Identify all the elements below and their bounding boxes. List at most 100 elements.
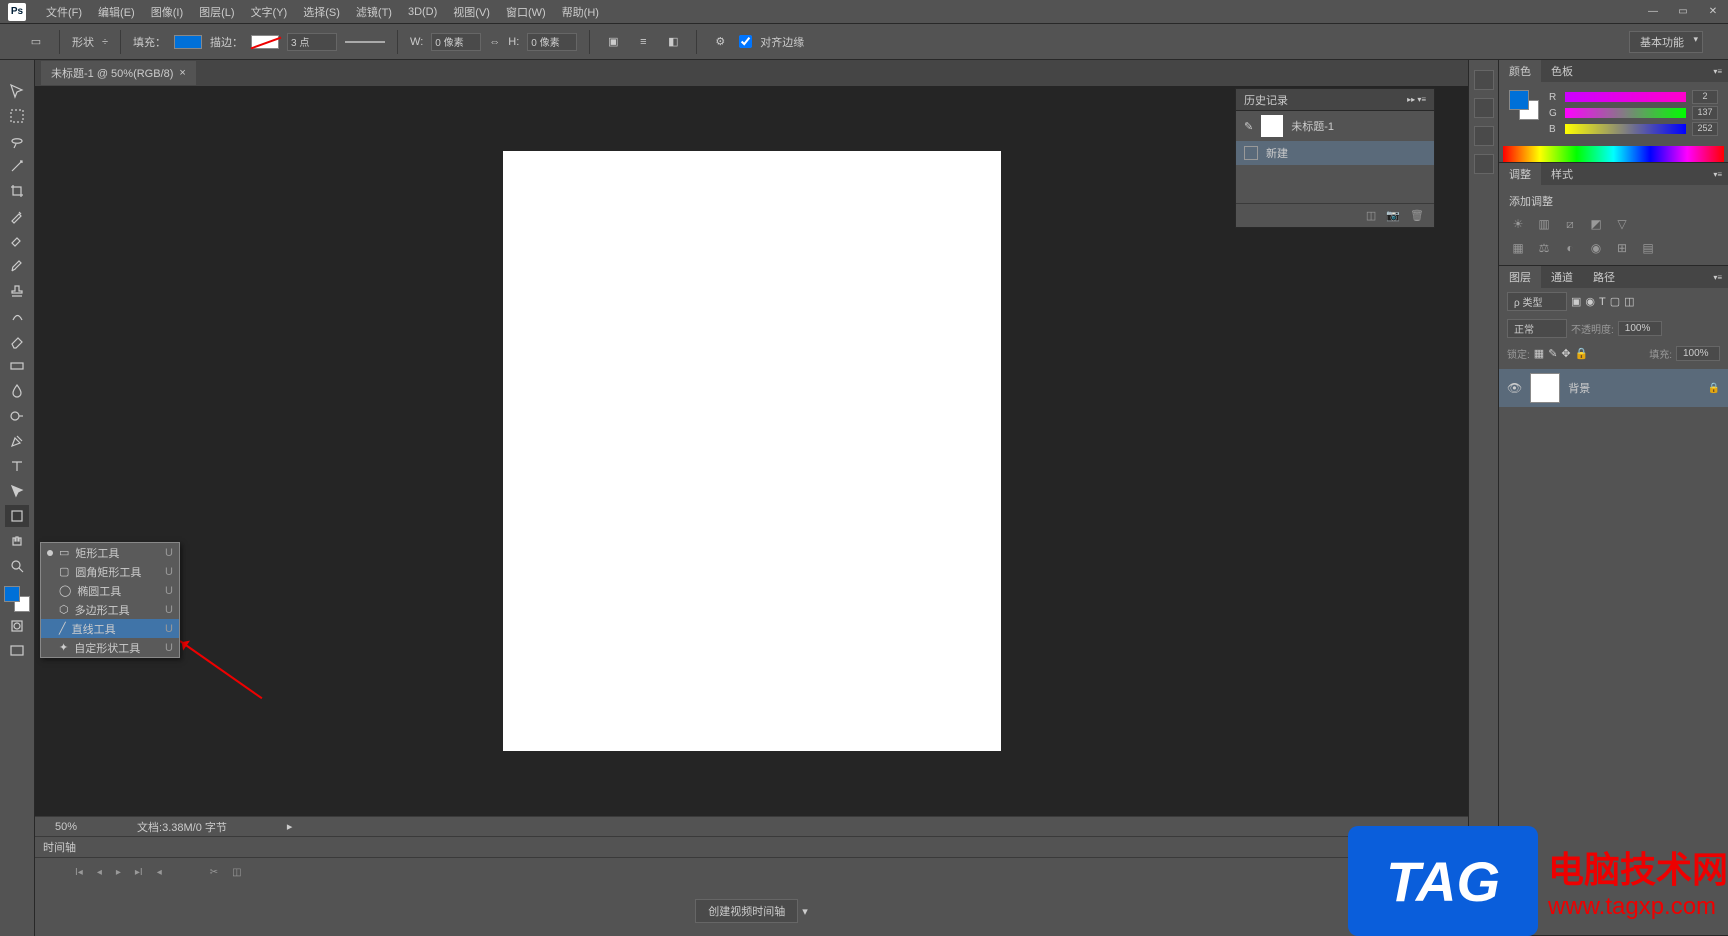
tab-styles[interactable]: 样式 <box>1541 163 1583 185</box>
layer-thumbnail[interactable] <box>1530 373 1560 403</box>
menu-layer[interactable]: 图层(L) <box>191 4 242 20</box>
bw-icon[interactable]: ◐ <box>1561 239 1579 257</box>
document-tab[interactable]: 未标题-1 @ 50%(RGB/8)× <box>41 61 196 85</box>
flyout-rectangle[interactable]: ▭矩形工具U <box>41 543 179 562</box>
tab-paths[interactable]: 路径 <box>1583 266 1625 288</box>
tab-layers[interactable]: 图层 <box>1499 266 1541 288</box>
dropdown-icon[interactable]: ▾ <box>802 905 808 918</box>
stroke-swatch[interactable] <box>251 35 279 49</box>
workspace-selector[interactable]: 基本功能 <box>1629 31 1703 53</box>
shape-mode-label[interactable]: 形状 <box>72 34 94 50</box>
brush-tool[interactable] <box>5 255 29 277</box>
minimize-button[interactable]: — <box>1638 2 1668 22</box>
tab-channels[interactable]: 通道 <box>1541 266 1583 288</box>
vibrance-icon[interactable]: ▽ <box>1613 215 1631 233</box>
eyedropper-tool[interactable] <box>5 205 29 227</box>
menu-select[interactable]: 选择(S) <box>295 4 348 20</box>
height-input[interactable] <box>527 33 577 51</box>
link-icon[interactable]: ⇔ <box>489 36 500 48</box>
align-edges-checkbox[interactable] <box>739 35 752 48</box>
filter-icon[interactable]: ▢ <box>1610 295 1620 308</box>
menu-filter[interactable]: 滤镜(T) <box>348 4 400 20</box>
pen-tool[interactable] <box>5 430 29 452</box>
lock-icon[interactable]: 🔒 <box>1575 347 1589 360</box>
wand-tool[interactable] <box>5 155 29 177</box>
menu-edit[interactable]: 编辑(E) <box>90 4 143 20</box>
exposure-icon[interactable]: ◩ <box>1587 215 1605 233</box>
flyout-ellipse[interactable]: ◯椭圆工具U <box>41 581 179 600</box>
b-slider[interactable] <box>1565 124 1686 134</box>
eraser-tool[interactable] <box>5 330 29 352</box>
menu-window[interactable]: 窗口(W) <box>498 4 554 20</box>
tab-adjustments[interactable]: 调整 <box>1499 163 1541 185</box>
hand-tool[interactable] <box>5 530 29 552</box>
lookup-icon[interactable]: ▤ <box>1639 239 1657 257</box>
info-arrow-icon[interactable]: ▸ <box>287 820 293 833</box>
menu-type[interactable]: 文字(Y) <box>243 4 296 20</box>
shape-tool[interactable] <box>5 505 29 527</box>
flyout-polygon[interactable]: ⬡多边形工具U <box>41 600 179 619</box>
next-frame-icon[interactable]: ▸I <box>135 867 143 878</box>
dock-icon-3[interactable] <box>1474 126 1494 146</box>
fg-bg-swatches[interactable] <box>1509 90 1539 120</box>
menu-file[interactable]: 文件(F) <box>38 4 90 20</box>
zoom-value[interactable]: 50% <box>55 821 77 833</box>
path-select-tool[interactable] <box>5 480 29 502</box>
b-value[interactable]: 252 <box>1692 122 1718 136</box>
g-value[interactable]: 137 <box>1692 106 1718 120</box>
opacity-input[interactable]: 100% <box>1618 321 1662 336</box>
balance-icon[interactable]: ⚖ <box>1535 239 1553 257</box>
layer-name[interactable]: 背景 <box>1568 380 1590 396</box>
arrange-icon[interactable]: ◧ <box>662 31 684 53</box>
g-slider[interactable] <box>1565 108 1686 118</box>
canvas[interactable] <box>503 151 1001 751</box>
flyout-line[interactable]: ╱直线工具U <box>41 619 179 638</box>
fill-input[interactable]: 100% <box>1676 346 1720 361</box>
r-value[interactable]: 2 <box>1692 90 1718 104</box>
blur-tool[interactable] <box>5 380 29 402</box>
curves-icon[interactable]: ⧄ <box>1561 215 1579 233</box>
play-icon[interactable]: ▸ <box>116 867 121 878</box>
layer-row[interactable]: 👁 背景 🔒 <box>1499 369 1728 407</box>
stroke-style[interactable] <box>345 41 385 43</box>
r-slider[interactable] <box>1565 92 1686 102</box>
marquee-tool[interactable] <box>5 105 29 127</box>
menu-3d[interactable]: 3D(D) <box>400 6 445 18</box>
kind-filter[interactable]: ρ 类型 <box>1507 292 1567 311</box>
lock-icon[interactable]: ▦ <box>1534 347 1544 360</box>
menu-view[interactable]: 视图(V) <box>445 4 498 20</box>
zoom-tool[interactable] <box>5 555 29 577</box>
gradient-tool[interactable] <box>5 355 29 377</box>
crop-tool[interactable] <box>5 180 29 202</box>
dock-icon-4[interactable] <box>1474 154 1494 174</box>
gear-icon[interactable]: ⚙ <box>709 31 731 53</box>
filter-icon[interactable]: ◉ <box>1585 295 1595 308</box>
flyout-rounded-rect[interactable]: ▢圆角矩形工具U <box>41 562 179 581</box>
camera-icon[interactable]: 📷 <box>1386 209 1400 222</box>
quickmask-tool[interactable] <box>5 615 29 637</box>
brightness-icon[interactable]: ☀ <box>1509 215 1527 233</box>
tab-color[interactable]: 颜色 <box>1499 60 1541 82</box>
create-timeline-button[interactable]: 创建视频时间轴 <box>695 899 798 923</box>
history-snapshot[interactable]: ✎ 未标题-1 <box>1236 111 1434 141</box>
photo-filter-icon[interactable]: ◉ <box>1587 239 1605 257</box>
close-icon[interactable]: × <box>179 67 185 79</box>
collapse-icon[interactable]: ▸▸ ▾≡ <box>1407 95 1426 104</box>
blend-mode[interactable]: 正常 <box>1507 319 1567 338</box>
width-input[interactable] <box>431 33 481 51</box>
transition-icon[interactable]: ◫ <box>232 867 241 878</box>
new-doc-icon[interactable]: ◫ <box>1366 209 1376 222</box>
dodge-tool[interactable] <box>5 405 29 427</box>
path-ops-icon[interactable]: ▣ <box>602 31 624 53</box>
color-swatches[interactable] <box>4 586 30 612</box>
healing-tool[interactable] <box>5 230 29 252</box>
type-tool[interactable] <box>5 455 29 477</box>
flyout-custom-shape[interactable]: ✦自定形状工具U <box>41 638 179 657</box>
history-brush-tool[interactable] <box>5 305 29 327</box>
move-tool[interactable] <box>5 80 29 102</box>
dock-icon-2[interactable] <box>1474 98 1494 118</box>
tool-preset-icon[interactable]: ▭ <box>25 31 47 53</box>
filter-icon[interactable]: ▣ <box>1571 295 1581 308</box>
history-state[interactable]: 新建 <box>1236 141 1434 165</box>
levels-icon[interactable]: ▥ <box>1535 215 1553 233</box>
